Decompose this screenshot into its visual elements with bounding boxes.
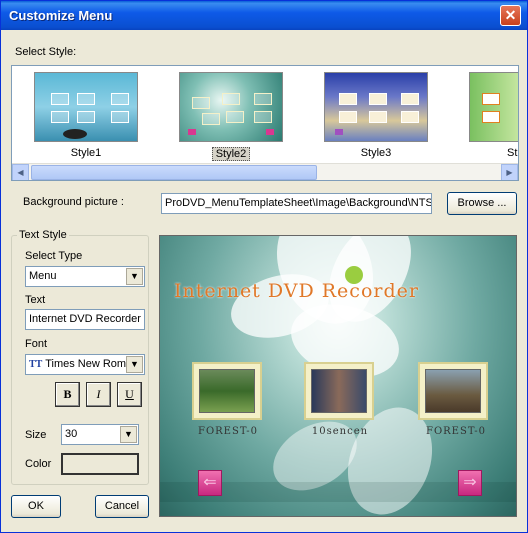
size-value: 30 bbox=[65, 428, 78, 440]
chevron-down-icon[interactable]: ▼ bbox=[126, 356, 143, 373]
chapter-thumbnail-2[interactable] bbox=[304, 362, 374, 420]
italic-button[interactable]: I bbox=[86, 382, 111, 407]
chapter-thumbnail-1[interactable] bbox=[192, 362, 262, 420]
size-dropdown[interactable]: 30 ▼ bbox=[61, 424, 139, 445]
style-item-1[interactable]: Style1 bbox=[34, 72, 138, 159]
background-picture-label: Background picture : bbox=[23, 196, 124, 208]
chapter-caption-1: FOREST-0 bbox=[198, 426, 258, 437]
background-path-field[interactable]: ProDVD_MenuTemplateSheet\Image\Backgroun… bbox=[161, 193, 432, 214]
style-carousel: Style1 Style2 Style3 St ◀ ▶ bbox=[11, 65, 519, 181]
style1-thumbnail[interactable] bbox=[34, 72, 138, 142]
style-horizontal-scrollbar[interactable]: ◀ ▶ bbox=[12, 163, 518, 180]
chapter-caption-2: 10sencen bbox=[311, 426, 369, 437]
window-title: Customize Menu bbox=[9, 8, 113, 23]
scrollbar-thumb[interactable] bbox=[31, 165, 317, 180]
text-input[interactable]: Internet DVD Recorder bbox=[25, 309, 145, 330]
color-label: Color bbox=[25, 458, 52, 470]
style1-label: Style1 bbox=[70, 147, 102, 159]
next-page-icon[interactable]: ⇒ bbox=[458, 470, 482, 496]
scroll-left-icon[interactable]: ◀ bbox=[12, 164, 29, 180]
style2-thumbnail[interactable] bbox=[179, 72, 283, 142]
browse-button[interactable]: Browse ... bbox=[447, 192, 517, 215]
select-style-label: Select Style: bbox=[15, 46, 77, 58]
bold-button[interactable]: B bbox=[55, 382, 80, 407]
chapter-thumbnail-3[interactable] bbox=[418, 362, 488, 420]
style3-label: Style3 bbox=[360, 147, 392, 159]
style-item-2[interactable]: Style2 bbox=[179, 72, 283, 161]
text-style-group-title: Text Style bbox=[17, 229, 69, 241]
style4-label: St bbox=[507, 147, 518, 159]
title-bar[interactable]: Customize Menu ✕ bbox=[1, 1, 527, 30]
menu-preview: Internet DVD Recorder FOREST-0 10sencen … bbox=[159, 235, 517, 517]
text-label: Text bbox=[25, 294, 46, 306]
truetype-font-icon: TT bbox=[29, 359, 43, 370]
chapter-caption-3: FOREST-0 bbox=[426, 426, 486, 437]
previous-page-icon[interactable]: ⇐ bbox=[198, 470, 222, 496]
preview-menu-title[interactable]: Internet DVD Recorder bbox=[174, 280, 514, 302]
customize-menu-dialog: Customize Menu ✕ Select Style: Style1 St… bbox=[0, 0, 528, 533]
font-dropdown[interactable]: TT Times New Roma ▼ bbox=[25, 354, 145, 375]
style2-label: Style2 bbox=[211, 147, 251, 161]
style-item-4[interactable]: St bbox=[469, 72, 518, 159]
select-type-label: Select Type bbox=[25, 250, 83, 262]
chevron-down-icon[interactable]: ▼ bbox=[126, 268, 143, 285]
style4-thumbnail[interactable] bbox=[469, 72, 518, 142]
scroll-right-icon[interactable]: ▶ bbox=[501, 164, 518, 180]
close-button[interactable]: ✕ bbox=[500, 5, 521, 26]
ok-button[interactable]: OK bbox=[11, 495, 61, 518]
cancel-button[interactable]: Cancel bbox=[95, 495, 149, 518]
color-swatch[interactable] bbox=[61, 453, 139, 475]
font-label: Font bbox=[25, 338, 48, 350]
style-item-3[interactable]: Style3 bbox=[324, 72, 428, 159]
select-type-value: Menu bbox=[29, 270, 57, 282]
chevron-down-icon[interactable]: ▼ bbox=[120, 426, 137, 443]
underline-button[interactable]: U bbox=[117, 382, 142, 407]
size-label: Size bbox=[25, 429, 47, 441]
style3-thumbnail[interactable] bbox=[324, 72, 428, 142]
select-type-dropdown[interactable]: Menu ▼ bbox=[25, 266, 145, 287]
font-value: Times New Roma bbox=[45, 358, 133, 370]
